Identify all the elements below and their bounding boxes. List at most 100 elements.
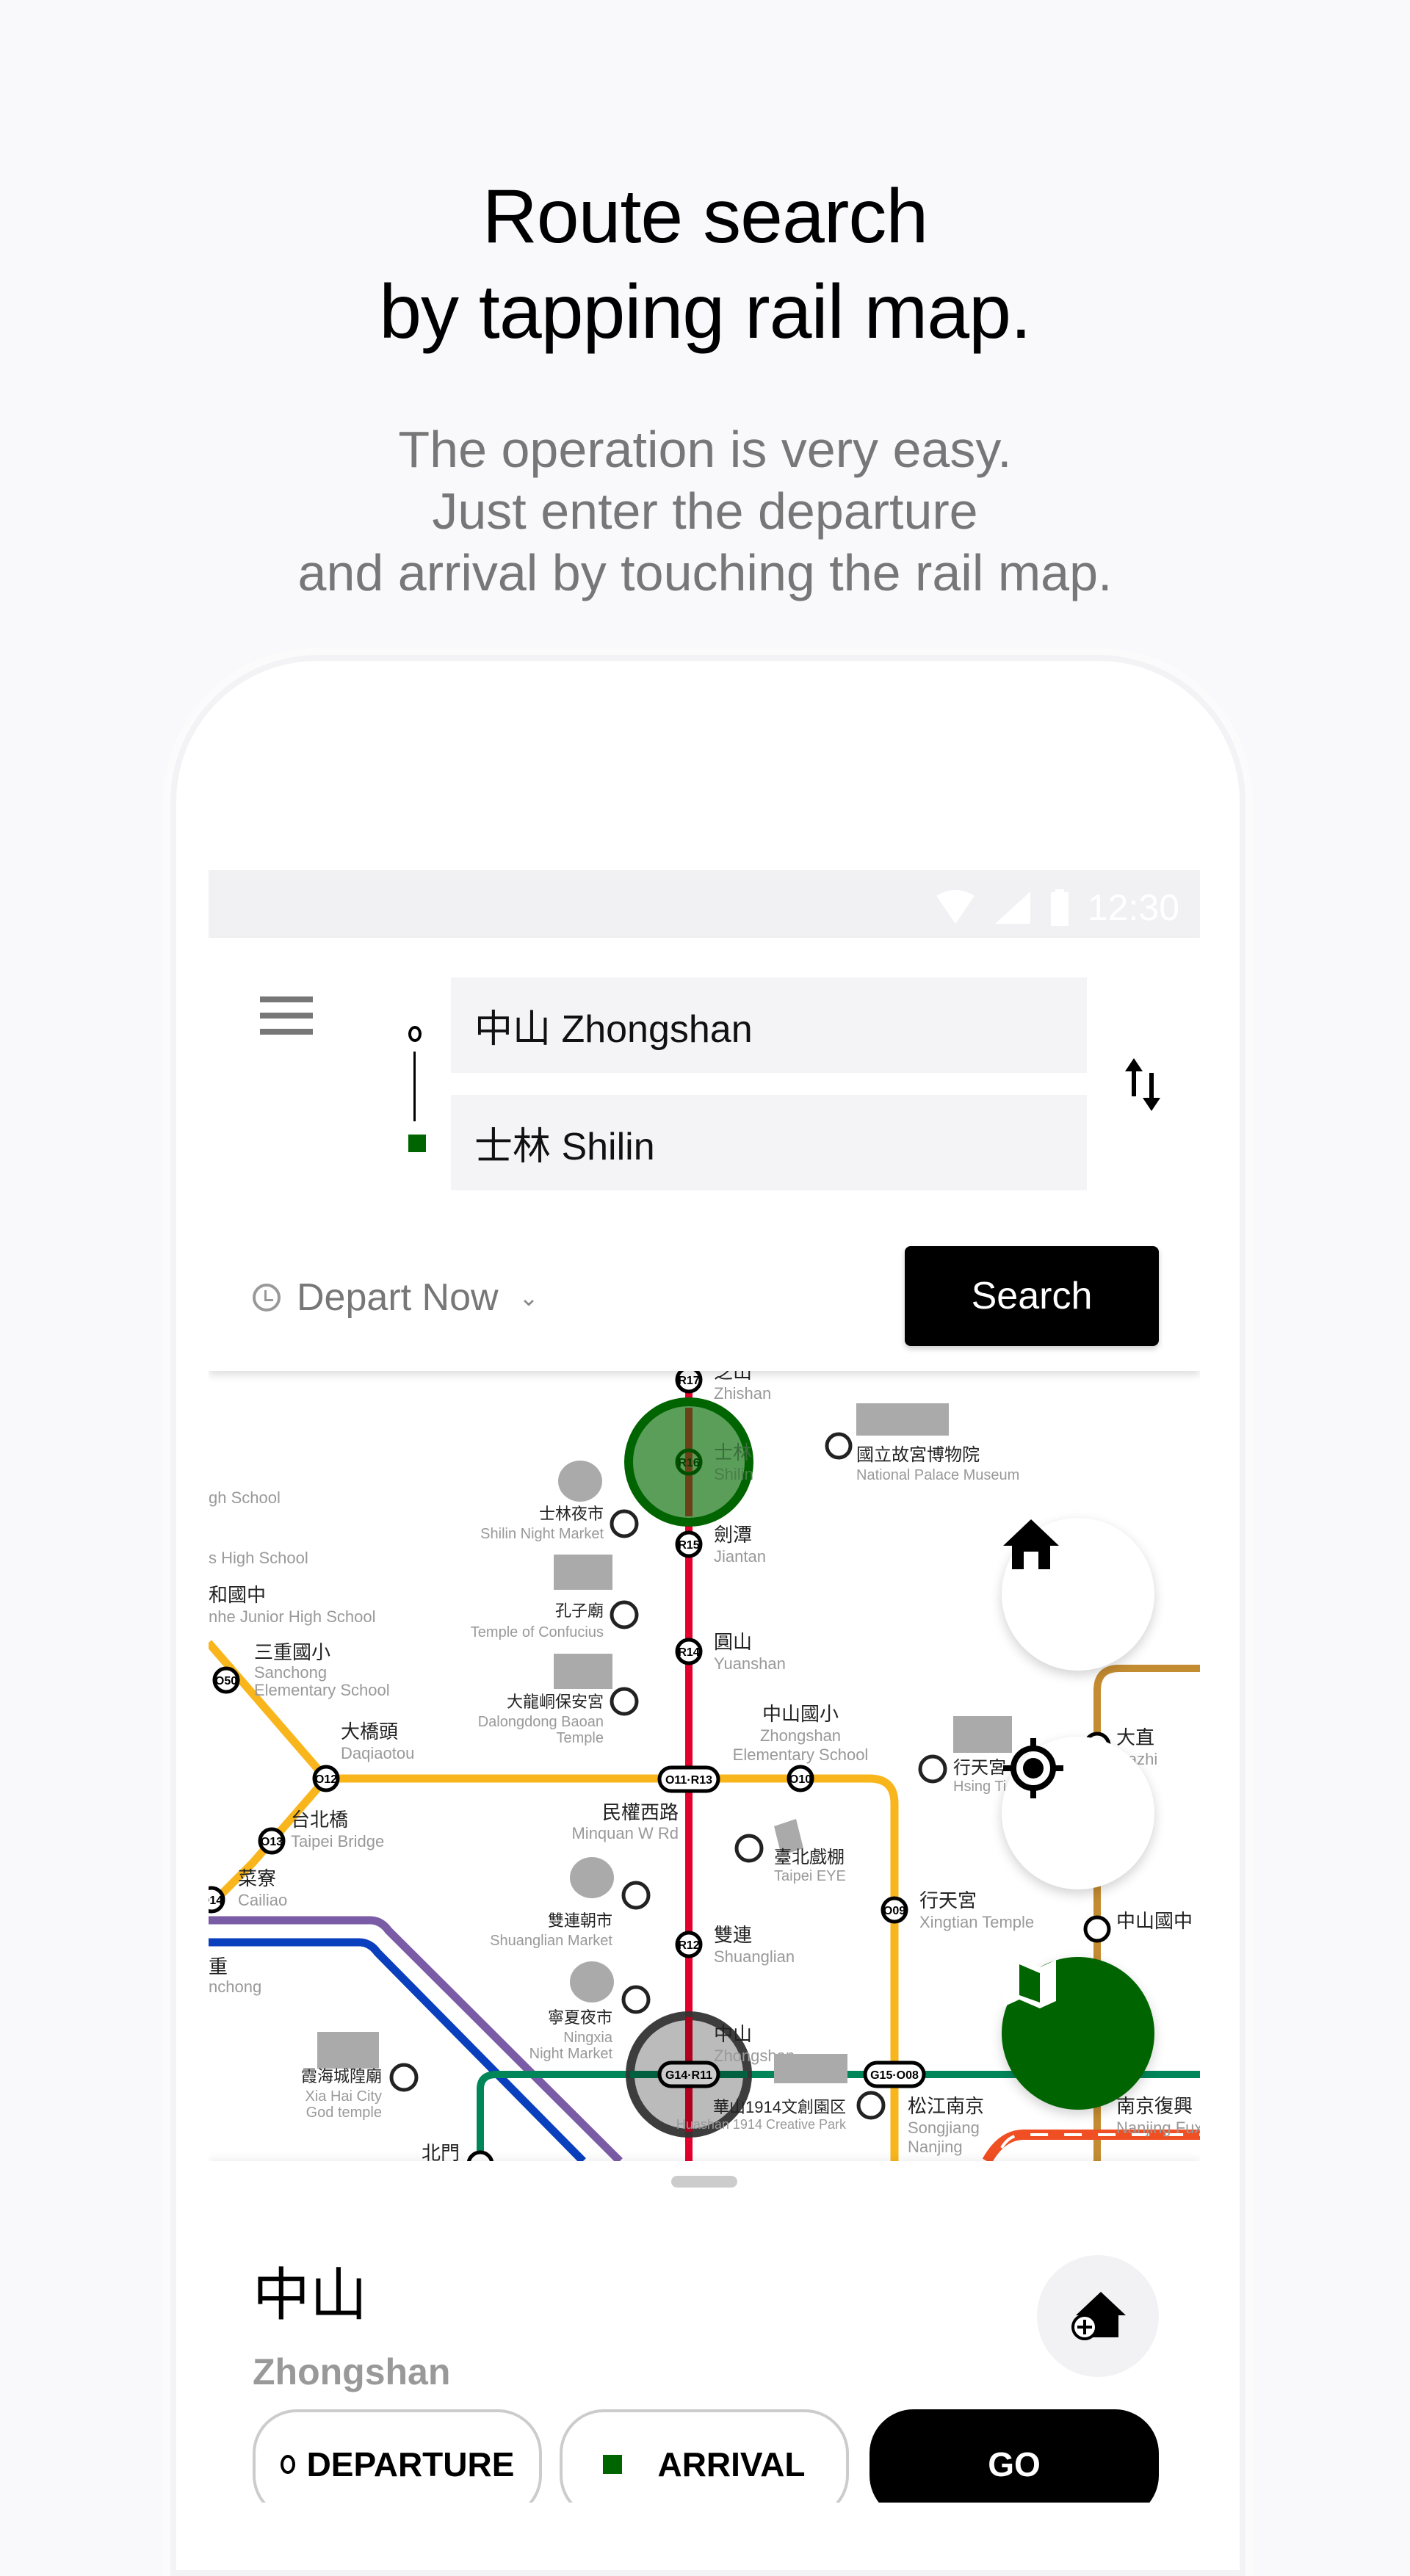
departure-marker-icon <box>408 1026 422 1042</box>
label-en: Daqiaotou <box>341 1744 414 1762</box>
add-home-button[interactable] <box>1037 2255 1159 2377</box>
station-R14[interactable]: R14 <box>675 1638 703 1665</box>
station-name-zh: 中山 <box>253 2262 368 2327</box>
battery-icon <box>1050 889 1069 926</box>
add-home-icon <box>1071 2292 1126 2340</box>
station-O10[interactable]: O10 <box>787 1765 814 1792</box>
landmark-hsing-tian-kong: 行天宮 Hsing Ti <box>918 1716 1012 1795</box>
landmark-ningxia-night-market: 寧夏夜市 Ningxia Night Market <box>529 1961 651 2062</box>
station-G15-O08[interactable]: G15·O08 <box>863 2061 926 2088</box>
station-R15[interactable]: R15 <box>675 1530 703 1558</box>
station-O11-R13[interactable]: O11·R13 <box>657 1765 720 1793</box>
purple-line <box>209 1916 623 2161</box>
label-en: Shuanglian <box>714 1947 795 1966</box>
headline-line-1: Route search <box>482 174 929 259</box>
depart-time-label: Depart Now <box>297 1276 499 1319</box>
arrival-square-icon <box>603 2455 623 2474</box>
departure-circle-icon <box>280 2455 295 2474</box>
svg-text:O11·R13: O11·R13 <box>665 1774 712 1787</box>
svg-text:O12: O12 <box>315 1773 337 1786</box>
station-O13[interactable]: O13 <box>258 1827 286 1855</box>
status-bar: 12:30 <box>209 870 1200 938</box>
label-en: Elementary School <box>254 1681 390 1699</box>
blue-line <box>209 1938 586 2161</box>
station-O14[interactable]: O14 <box>209 1886 225 1914</box>
label-zh: 台北橋 <box>291 1809 348 1831</box>
station-O09[interactable]: O09 <box>881 1896 908 1924</box>
landmark-xiahai-temple: 霞海城隍廟 Xia Hai City God temple <box>301 2032 419 2121</box>
label-en: Sanchong <box>254 1663 327 1682</box>
svg-text:G14·R11: G14·R11 <box>665 2069 712 2082</box>
map-button[interactable] <box>1002 1957 1154 2110</box>
label-en: s High School <box>209 1549 308 1567</box>
svg-text:Ningxia: Ningxia <box>563 2030 613 2046</box>
departure-field[interactable]: 中山 Zhongshan <box>451 977 1087 1073</box>
label-zh: 南京復興 <box>1116 2095 1193 2117</box>
svg-text:Shuanglian Market: Shuanglian Market <box>490 1933 612 1949</box>
arrival-field[interactable]: 士林 Shilin <box>451 1095 1087 1190</box>
svg-text:O13: O13 <box>261 1836 283 1848</box>
promo-subtitle: The operation is very easy. Just enter t… <box>0 419 1410 604</box>
label-en: nchong <box>209 1978 261 1996</box>
label-zh: 中山國小 <box>762 1703 839 1725</box>
svg-text:O09: O09 <box>883 1905 905 1917</box>
svg-text:R12: R12 <box>678 1939 699 1952</box>
label-en: Shilin <box>714 1465 753 1483</box>
subtitle-line-1: The operation is very easy. <box>398 421 1012 478</box>
map-icon <box>1003 1958 1056 2008</box>
landmark-baoan-temple: 大龍峒保安宮 Dalongdong Baoan Temple <box>478 1654 639 1746</box>
search-button[interactable]: Search <box>905 1246 1159 1346</box>
subtitle-line-3: and arrival by touching the rail map. <box>297 544 1113 601</box>
promo-headline: Route search by tapping rail map. <box>0 169 1410 360</box>
svg-text:Temple of Confucius: Temple of Confucius <box>471 1624 604 1640</box>
svg-text:士林夜市: 士林夜市 <box>539 1505 604 1523</box>
label-zh: 士林 <box>714 1441 752 1464</box>
svg-text:R15: R15 <box>678 1539 699 1552</box>
menu-icon[interactable] <box>260 996 313 1035</box>
set-departure-button[interactable]: DEPARTURE <box>253 2409 542 2503</box>
station-O12[interactable]: O12 <box>312 1765 340 1792</box>
home-button[interactable] <box>1002 1518 1154 1671</box>
svg-text:寧夏夜市: 寧夏夜市 <box>548 2008 612 2027</box>
set-arrival-button[interactable]: ARRIVAL <box>560 2409 849 2503</box>
sheet-drag-handle[interactable] <box>671 2176 737 2188</box>
svg-text:R14: R14 <box>678 1646 699 1659</box>
svg-text:God temple: God temple <box>306 2105 382 2121</box>
depart-time-selector[interactable]: Depart Now ⌄ <box>253 1276 538 1320</box>
station-R12[interactable]: R12 <box>675 1931 703 1958</box>
svg-text:霞海城隍廟: 霞海城隍廟 <box>301 2067 382 2085</box>
go-button[interactable]: GO <box>870 2409 1159 2503</box>
wifi-icon <box>936 890 975 924</box>
label-zh: 大直 <box>1116 1726 1154 1748</box>
status-time: 12:30 <box>1087 887 1179 928</box>
label-zh: 菜寮 <box>238 1867 276 1889</box>
station-G14-R11[interactable]: G14·R11 <box>657 2061 720 2088</box>
svg-text:大龍峒保安宮: 大龍峒保安宮 <box>507 1693 604 1711</box>
station-O50[interactable]: O50 <box>212 1666 240 1694</box>
label-zh: 大橋頭 <box>341 1721 398 1743</box>
label-zh: 中山 <box>714 2023 752 2045</box>
svg-text:O10: O10 <box>789 1773 811 1786</box>
svg-text:Temple: Temple <box>557 1730 604 1746</box>
my-location-button[interactable] <box>1002 1737 1154 1889</box>
clock-icon <box>253 1284 281 1311</box>
headline-line-2: by tapping rail map. <box>379 269 1032 355</box>
label-zh: 三重國小 <box>254 1641 330 1663</box>
station-R17[interactable]: R17 <box>675 1371 703 1394</box>
swap-icon[interactable] <box>1119 1055 1166 1114</box>
svg-text:國立故宮博物院: 國立故宮博物院 <box>856 1445 980 1465</box>
label-en: nhe Junior High School <box>209 1607 375 1626</box>
label-zh: 中山國中 <box>1116 1910 1193 1932</box>
arrival-marker-icon <box>408 1135 426 1152</box>
label-zh: 劍潭 <box>714 1524 752 1546</box>
rail-map[interactable]: R17 R16 R15 R14 O11·R13 R12 G14·R11 O10 … <box>209 1371 1200 2161</box>
svg-text:Night Market: Night Market <box>529 2046 613 2062</box>
label-en: Nanjing Fuxing <box>1116 2119 1200 2137</box>
svg-text:Dalongdong Baoan: Dalongdong Baoan <box>478 1714 604 1730</box>
svg-text:Xia Hai City: Xia Hai City <box>306 2088 382 2105</box>
label-zh: 行天宮 <box>919 1889 977 1911</box>
route-connector <box>413 1052 416 1121</box>
label-zh: 北門 <box>422 2142 460 2161</box>
label-en: Xingtian Temple <box>919 1913 1034 1931</box>
svg-text:Huashan 1914 Creative Park: Huashan 1914 Creative Park <box>676 2117 847 2132</box>
